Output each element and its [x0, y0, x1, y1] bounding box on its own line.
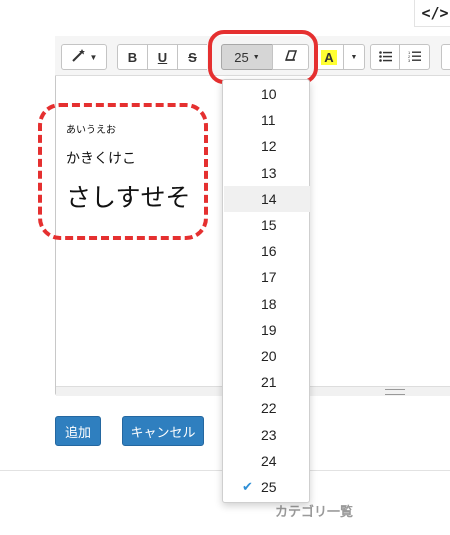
font-size-option-label: 25 [261, 479, 277, 495]
checkmark-icon: ✔ [242, 479, 253, 494]
highlight-color-button[interactable]: A [314, 44, 344, 70]
strikethrough-button[interactable]: S [177, 44, 207, 70]
font-size-option[interactable]: 10 [224, 81, 310, 107]
font-size-option[interactable]: 14 [224, 185, 310, 212]
resize-grip-icon[interactable] [385, 389, 405, 395]
caret-down-icon: ▼ [350, 53, 358, 61]
font-size-option[interactable]: 11 [224, 107, 310, 133]
font-size-option-label: 11 [261, 112, 276, 129]
font-size-option-label: 21 [261, 374, 277, 391]
font-size-option[interactable]: 18 [224, 291, 310, 317]
chevron-down-icon: ▼ [89, 52, 98, 62]
font-size-option-label: 13 [261, 164, 277, 181]
font-size-option[interactable]: ✔ 25 [224, 474, 310, 500]
font-size-option-label: 14 [261, 190, 277, 207]
font-size-option-label: 19 [261, 321, 277, 338]
code-icon: </> [421, 4, 449, 22]
font-size-option-label: 23 [261, 426, 277, 443]
font-size-option-label: 20 [261, 348, 277, 364]
font-size-option-label: 22 [261, 400, 277, 417]
underline-button[interactable]: U [147, 44, 178, 70]
font-size-option[interactable]: 24 [224, 448, 310, 474]
unordered-list-button[interactable] [370, 44, 400, 70]
font-size-option[interactable]: 15 [224, 212, 310, 238]
font-size-menu: 10 11 12 13 14 15 16 17 18 19 20 21 22 23 24 ✔ 25 [222, 79, 310, 503]
font-size-option-label: 17 [261, 269, 277, 286]
ordered-list-button[interactable]: 123 [399, 44, 430, 70]
font-size-option[interactable]: 21 [224, 369, 310, 395]
category-list-link[interactable]: カテゴリ一覧 [275, 501, 353, 520]
font-size-option[interactable]: 16 [224, 238, 310, 264]
font-size-option-label: 15 [261, 217, 277, 233]
ordered-list-icon: 123 [408, 50, 421, 65]
add-button[interactable]: 追加 [55, 416, 101, 446]
font-size-option[interactable]: 20 [224, 343, 310, 369]
highlight-icon: A [321, 49, 337, 65]
svg-text:3: 3 [408, 58, 411, 62]
magic-wand-icon [71, 48, 87, 66]
font-size-option[interactable]: 23 [224, 422, 310, 448]
font-size-option[interactable]: 22 [224, 395, 310, 421]
font-size-option-label: 16 [261, 243, 277, 260]
bold-button[interactable]: B [117, 44, 148, 70]
color-dropdown-button[interactable]: ▼ [343, 44, 365, 70]
font-size-option[interactable]: 12 [224, 133, 310, 159]
font-size-option-label: 24 [261, 452, 277, 469]
more-button[interactable] [441, 44, 450, 70]
style-dropdown-button[interactable]: ▼ [61, 44, 107, 70]
font-size-option-label: 12 [261, 138, 277, 155]
unordered-list-icon [378, 50, 392, 65]
font-size-option-label: 18 [261, 295, 277, 312]
font-size-option-label: 10 [261, 86, 277, 102]
font-size-option[interactable]: 13 [224, 160, 310, 186]
code-view-button[interactable]: </> [414, 0, 450, 27]
content-annotation-box [38, 103, 208, 240]
fontsize-annotation-highlight [208, 30, 318, 84]
font-size-option[interactable]: 19 [224, 317, 310, 343]
font-size-option[interactable]: 17 [224, 264, 310, 290]
cancel-button[interactable]: キャンセル [122, 416, 204, 446]
